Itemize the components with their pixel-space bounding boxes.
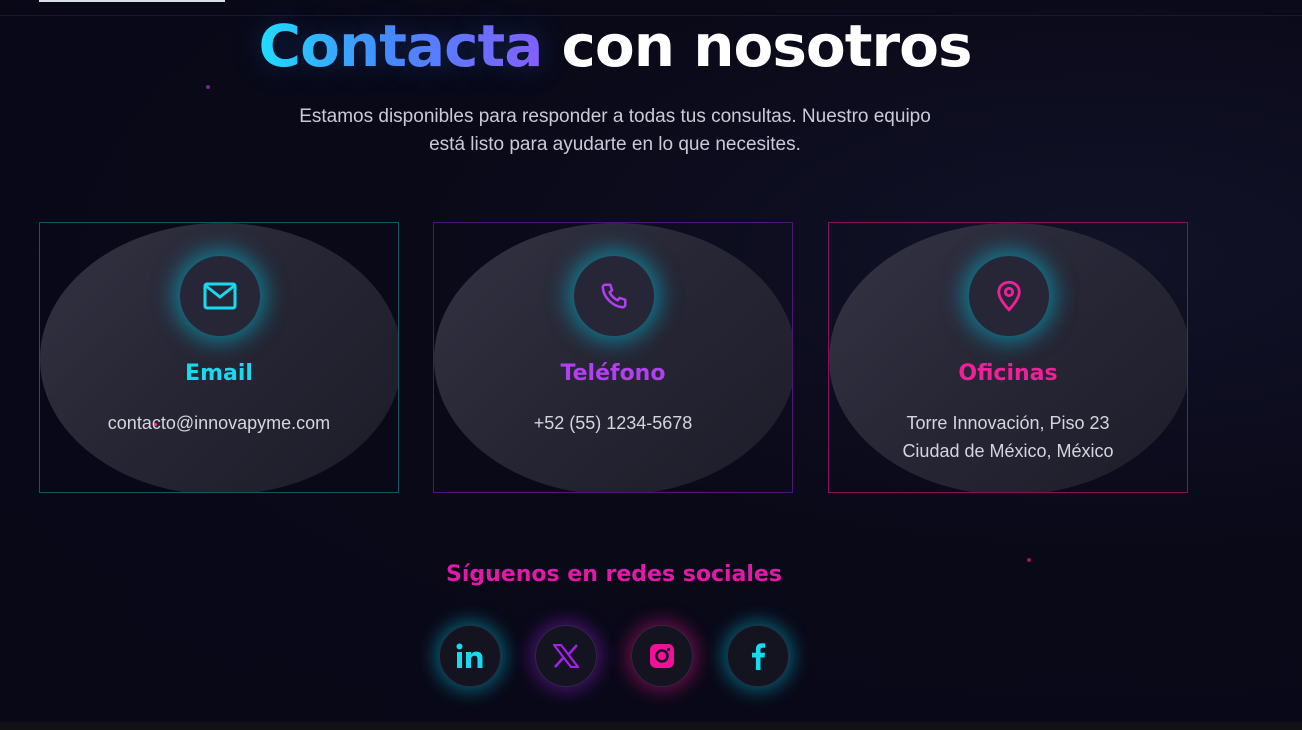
office-address-line: Torre Innovación, Piso 23 bbox=[906, 413, 1110, 433]
header-logo-edge bbox=[39, 0, 225, 2]
facebook-button[interactable] bbox=[727, 625, 789, 687]
card-text: contacto@innovapyme.com bbox=[40, 409, 398, 437]
card-title: Oficinas bbox=[958, 361, 1058, 386]
title-highlight: Contacta bbox=[258, 12, 544, 80]
contact-card-phone: Teléfono +52 (55) 1234-5678 bbox=[433, 222, 793, 493]
mail-icon bbox=[180, 256, 260, 336]
phone-link[interactable]: +52 (55) 1234-5678 bbox=[434, 409, 792, 437]
decorative-particle bbox=[206, 85, 210, 89]
x-button[interactable] bbox=[535, 625, 597, 687]
footer-edge bbox=[0, 722, 1302, 730]
card-title: Teléfono bbox=[560, 361, 666, 386]
decorative-particle bbox=[154, 423, 157, 426]
page-title: Contacta con nosotros bbox=[0, 12, 1230, 80]
instagram-icon bbox=[650, 644, 674, 668]
map-pin-icon bbox=[969, 256, 1049, 336]
email-link[interactable]: contacto@innovapyme.com bbox=[40, 409, 398, 437]
office-city-line: Ciudad de México, México bbox=[902, 441, 1114, 461]
phone-icon bbox=[574, 256, 654, 336]
x-icon bbox=[553, 644, 579, 668]
card-title: Email bbox=[185, 361, 253, 386]
social-section-title: Síguenos en redes sociales bbox=[446, 562, 782, 587]
facebook-icon bbox=[752, 643, 766, 670]
linkedin-button[interactable] bbox=[439, 625, 501, 687]
card-text: +52 (55) 1234-5678 bbox=[434, 409, 792, 437]
card-text: Torre Innovación, Piso 23 Ciudad de Méxi… bbox=[829, 409, 1187, 465]
contact-card-office: Oficinas Torre Innovación, Piso 23 Ciuda… bbox=[828, 222, 1188, 493]
contact-card-email: Email contacto@innovapyme.com bbox=[39, 222, 399, 493]
title-rest: con nosotros bbox=[561, 12, 973, 80]
instagram-button[interactable] bbox=[631, 625, 693, 687]
linkedin-icon bbox=[456, 643, 483, 668]
page-subtitle: Estamos disponibles para responder a tod… bbox=[299, 106, 931, 155]
